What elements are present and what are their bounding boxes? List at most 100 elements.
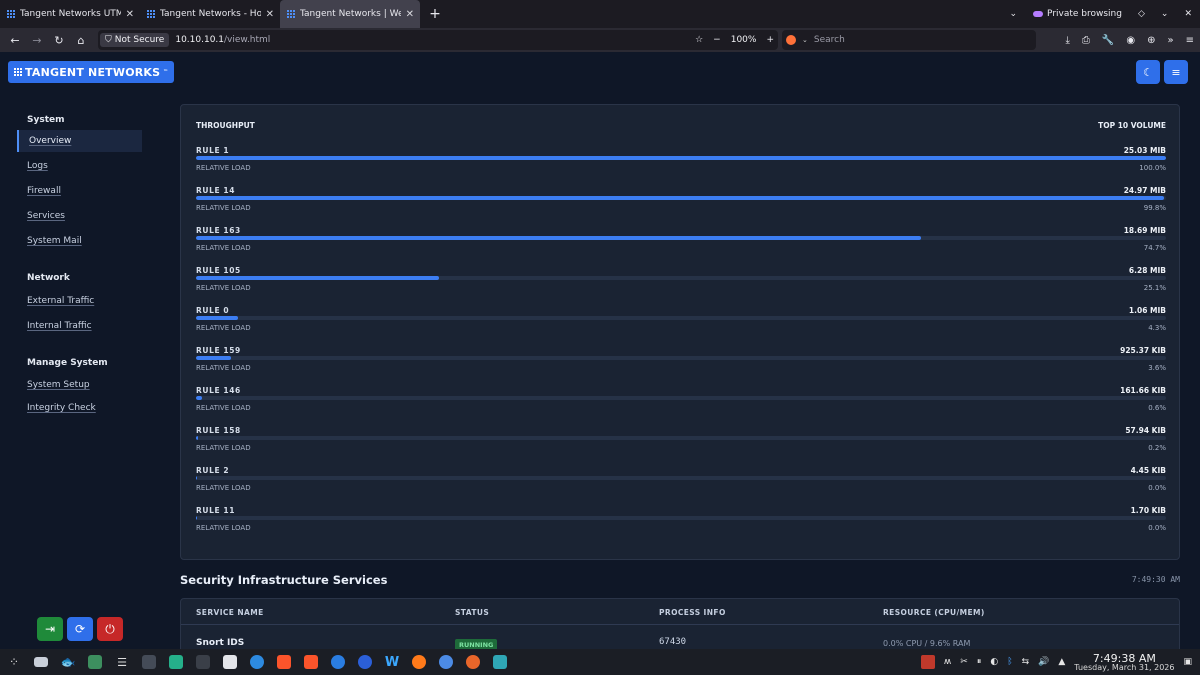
firefox-dev-icon[interactable] (327, 653, 349, 671)
close-tab-icon[interactable]: ✕ (266, 9, 274, 20)
refresh-button[interactable]: ⟳ (67, 617, 93, 641)
rule-load-track (196, 436, 1166, 440)
zoom-level[interactable]: 100% (731, 35, 757, 45)
scissors-icon[interactable]: ✂ (960, 657, 968, 667)
sidebar-item-external-traffic[interactable]: External Traffic (0, 290, 160, 312)
sidebar-item-logs[interactable]: Logs (0, 155, 160, 177)
tangent-networks-logo[interactable]: TANGENT NETWORKS ™ (8, 61, 175, 83)
print-icon[interactable]: ⎙ (1082, 35, 1090, 46)
table-row[interactable]: Snort IDS RUNNING 67430 0.0% CPU / 9.6% … (181, 626, 1179, 649)
rule-name: RULE 163 (196, 226, 241, 235)
sidebar-item-overview[interactable]: Overview (17, 130, 142, 152)
brave-beta-icon[interactable] (300, 653, 322, 671)
sidebar-item-services[interactable]: Services (0, 205, 160, 227)
search-engine-icon[interactable] (786, 35, 796, 45)
sidebar-item-system-setup[interactable]: System Setup (0, 374, 160, 396)
column-header-status[interactable]: STATUS (455, 608, 489, 617)
search-bar[interactable]: ⌄ Search (782, 30, 1036, 50)
sidebar-section-manage-system: Manage System (27, 358, 108, 368)
close-window-icon[interactable]: ✕ (1184, 9, 1192, 19)
firefox-icon[interactable] (408, 653, 430, 671)
column-header-process-info[interactable]: PROCESS INFO (659, 608, 726, 617)
rule-row: RULE 158 57.94 KIB RELATIVE LOAD 0.2% (196, 426, 1166, 466)
overflow-chevron-icon[interactable]: » (1167, 35, 1173, 46)
bookmark-star-icon[interactable]: ☆ (695, 35, 703, 45)
app-launcher-icon[interactable]: ⁘ (3, 653, 25, 671)
usb-icon[interactable]: ⇆ (1022, 657, 1030, 667)
update-icon[interactable]: ◐ (990, 657, 998, 667)
account-icon[interactable]: ◉ (1126, 35, 1135, 46)
file-manager-icon[interactable] (165, 653, 187, 671)
system-monitor-icon[interactable] (138, 653, 160, 671)
sidebar-item-system-mail[interactable]: System Mail (0, 230, 160, 252)
relative-load-label: RELATIVE LOAD (196, 364, 251, 372)
power-button[interactable]: ⏻ (97, 617, 123, 641)
spell-check-icon[interactable] (920, 655, 935, 669)
firefox-nightly-icon[interactable] (354, 653, 376, 671)
rule-load-bar (196, 436, 198, 440)
new-tab-icon[interactable]: + (428, 6, 442, 22)
fish-icon[interactable]: 🐟 (57, 653, 79, 671)
rule-load-track (196, 276, 1166, 280)
column-header-resource[interactable]: RESOURCE (CPU/MEM) (883, 608, 985, 617)
terminal-icon[interactable] (192, 653, 214, 671)
url-text[interactable]: 10.10.10.1/view.html (175, 35, 270, 45)
rule-load-track (196, 516, 1166, 520)
text-editor-icon[interactable] (219, 653, 241, 671)
process-info-cell: 67430 (659, 637, 687, 647)
chromium-icon[interactable] (435, 653, 457, 671)
wrench-icon[interactable]: 🔧 (1102, 35, 1114, 46)
menu-icon[interactable]: ≡ (1186, 35, 1194, 46)
desktop-icon[interactable] (30, 653, 52, 671)
media-pause-icon[interactable]: ⏸ (977, 657, 982, 667)
minimize-icon[interactable]: ⌄ (1161, 9, 1169, 19)
extensions-icon[interactable]: ⊕ (1147, 35, 1155, 46)
search-input[interactable]: Search (814, 35, 845, 45)
downloads-icon[interactable]: ⤓ (1065, 35, 1069, 46)
sidebar-item-firewall[interactable]: Firewall (0, 180, 160, 202)
zoom-in-icon[interactable]: + (766, 35, 774, 45)
not-secure-indicator[interactable]: ⛉ Not Secure (100, 33, 170, 47)
wm-icon[interactable]: ʍ (944, 657, 951, 667)
waterfox-icon[interactable]: W (381, 653, 403, 671)
show-desktop-icon[interactable]: ▣ (1183, 657, 1192, 667)
chevron-down-icon[interactable]: ⌄ (802, 36, 808, 44)
sidebar-item-integrity-check[interactable]: Integrity Check (0, 397, 160, 419)
tangent-favicon-icon (286, 10, 295, 19)
home-icon[interactable]: ⌂ (70, 34, 92, 47)
forward-arrow-icon[interactable]: → (26, 34, 48, 47)
volume-icon[interactable]: 🔊 (1038, 657, 1049, 667)
rule-row: RULE 2 4.45 KIB RELATIVE LOAD 0.0% (196, 466, 1166, 506)
hamburger-menu-button[interactable]: ≡ (1164, 60, 1188, 84)
rule-load-bar (196, 316, 238, 320)
rule-volume: 6.28 MIB (1128, 266, 1166, 275)
dark-mode-toggle-button[interactable]: ☾ (1136, 60, 1160, 84)
rule-row: RULE 1 25.03 MIB RELATIVE LOAD 100.0% (196, 146, 1166, 186)
logout-button[interactable]: ⇥ (37, 617, 63, 641)
sidebar-section-network: Network (27, 273, 70, 283)
column-header-service-name[interactable]: SERVICE NAME (196, 608, 264, 617)
brave-browser-icon[interactable] (273, 653, 295, 671)
network-icon[interactable] (246, 653, 268, 671)
image-viewer-icon[interactable] (84, 653, 106, 671)
diamond-icon[interactable]: ◇ (1138, 9, 1145, 19)
url-bar[interactable]: ⛉ Not Secure 10.10.10.1/view.html ☆ − 10… (98, 30, 778, 50)
back-arrow-icon[interactable]: ← (4, 34, 26, 47)
zoom-out-icon[interactable]: − (713, 35, 721, 45)
list-tabs-chevron-icon[interactable]: ⌄ (1010, 9, 1018, 19)
librewolf-icon[interactable] (462, 653, 484, 671)
browser-tab-2[interactable]: Tangent Networks - Home ✕ (140, 0, 280, 28)
remote-desktop-icon[interactable] (489, 653, 511, 671)
browser-tab-3-active[interactable]: Tangent Networks | Web i ✕ (280, 0, 420, 28)
sidebar-item-internal-traffic[interactable]: Internal Traffic (0, 315, 160, 337)
close-tab-icon[interactable]: ✕ (406, 9, 414, 20)
bluetooth-icon[interactable]: ᛒ (1007, 657, 1012, 667)
settings-sliders-icon[interactable]: ☰ (111, 653, 133, 671)
relative-load-value: 0.2% (1148, 444, 1166, 452)
reload-icon[interactable]: ↻ (48, 34, 70, 47)
rule-volume: 161.66 KIB (1120, 386, 1166, 395)
browser-tab-1[interactable]: Tangent Networks UTM — ✕ (0, 0, 140, 28)
tray-expand-icon[interactable]: ▲ (1058, 657, 1065, 667)
close-tab-icon[interactable]: ✕ (126, 9, 134, 20)
taskbar-clock[interactable]: 7:49:38 AM Tuesday, March 31, 2026 (1074, 653, 1174, 672)
